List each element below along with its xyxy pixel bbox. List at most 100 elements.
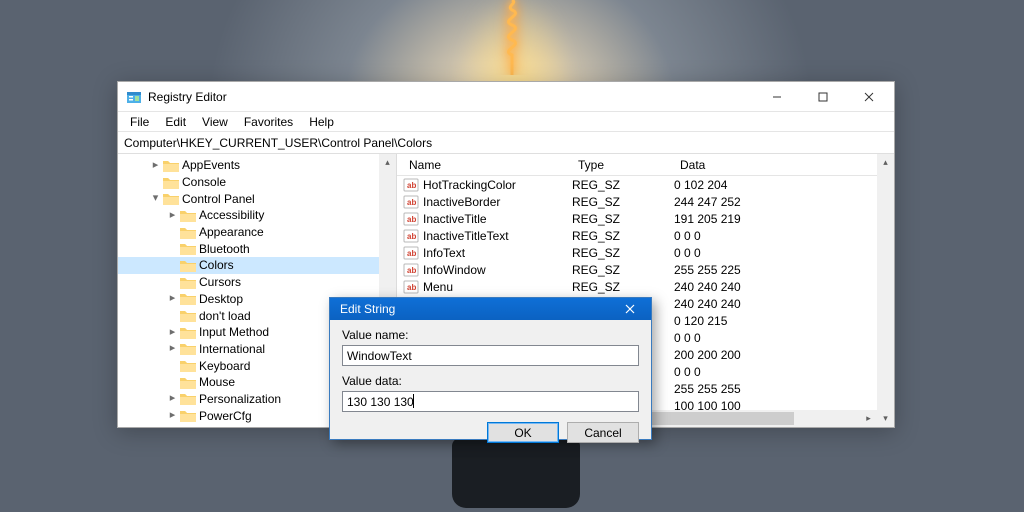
window-title: Registry Editor [148,90,754,104]
value-data: 0 102 204 [674,178,727,192]
list-row[interactable]: abInfoTextREG_SZ0 0 0 [397,244,894,261]
value-data: 191 205 219 [674,212,741,226]
svg-text:ab: ab [407,283,416,292]
value-data: 244 247 252 [674,195,741,209]
tree-item-label: Personalization [199,392,281,406]
expander-icon[interactable]: ▸ [149,160,162,171]
menu-favorites[interactable]: Favorites [236,113,301,131]
tree-item-appearance[interactable]: Appearance [118,224,396,241]
value-name-label: Value name: [342,328,639,342]
scroll-up-icon[interactable]: ▴ [379,154,396,171]
dialog-close-button[interactable] [615,298,645,320]
value-data: 255 255 225 [674,263,741,277]
svg-text:ab: ab [407,181,416,190]
expander-icon[interactable]: ▸ [166,393,179,404]
ok-button[interactable]: OK [487,422,559,443]
tree-item-label: Quick Actions [199,425,272,427]
value-data: 200 200 200 [674,348,741,362]
value-type: REG_SZ [572,212,674,226]
text-caret [413,394,414,408]
column-name[interactable]: Name [397,158,572,172]
tree-item-label: Mouse [199,375,235,389]
menu-view[interactable]: View [194,113,236,131]
tree-item-accessibility[interactable]: ▸ Accessibility [118,207,396,224]
address-text: Computer\HKEY_CURRENT_USER\Control Panel… [124,136,432,150]
maximize-button[interactable] [800,82,846,111]
value-name: InactiveTitle [423,212,572,226]
svg-text:ab: ab [407,266,416,275]
menu-file[interactable]: File [122,113,157,131]
value-data: 240 240 240 [674,280,741,294]
tree-item-label: Accessibility [199,208,264,222]
scroll-down-icon[interactable]: ▾ [877,410,894,427]
list-header[interactable]: Name Type Data [397,154,894,176]
value-data-input[interactable] [342,391,639,412]
menubar: File Edit View Favorites Help [118,112,894,132]
list-row[interactable]: ab HotTrackingColorREG_SZ0 102 204 [397,176,894,193]
value-data: 0 120 215 [674,314,727,328]
list-row[interactable]: ab MenuREG_SZ240 240 240 [397,278,894,295]
value-data: 0 0 0 [674,331,701,345]
tree-item-label: Colors [199,258,234,272]
dialog-titlebar[interactable]: Edit String [330,298,651,320]
list-row[interactable]: abInactiveTitleTextREG_SZ0 0 0 [397,227,894,244]
menu-help[interactable]: Help [301,113,342,131]
menu-edit[interactable]: Edit [157,113,194,131]
tree-item-label: Cursors [199,275,241,289]
value-name: InfoWindow [423,263,572,277]
titlebar[interactable]: Registry Editor [118,82,894,112]
value-data: 0 0 0 [674,365,701,379]
expander-icon[interactable]: ▸ [166,293,179,304]
expander-icon[interactable]: ▾ [149,193,162,204]
column-data[interactable]: Data [674,158,894,172]
svg-text:ab: ab [407,198,416,207]
value-data: 0 0 0 [674,246,701,260]
tree-item-label: Control Panel [182,192,255,206]
tree-item-label: AppEvents [182,158,240,172]
svg-text:ab: ab [407,215,416,224]
value-name: InactiveBorder [423,195,572,209]
tree-item-label: Input Method [199,325,269,339]
tree-item-label: Desktop [199,292,243,306]
value-type: REG_SZ [572,280,674,294]
value-type: REG_SZ [572,246,674,260]
tree-item-label: International [199,342,265,356]
value-name: Menu [423,280,572,294]
list-scrollbar-v[interactable]: ▴ ▾ [877,154,894,427]
tree-item-label: don't load [199,309,251,323]
svg-text:ab: ab [407,232,416,241]
value-data: 255 255 255 [674,382,741,396]
tree-item-console[interactable]: Console [118,174,396,191]
value-name: InactiveTitleText [423,229,572,243]
tree-item-label: Keyboard [199,359,250,373]
tree-item-label: PowerCfg [199,409,252,423]
value-type: REG_SZ [572,263,674,277]
expander-icon[interactable]: ▸ [166,210,179,221]
expander-icon[interactable]: ▸ [166,327,179,338]
minimize-button[interactable] [754,82,800,111]
tree-item-colors[interactable]: Colors [118,257,396,274]
value-name: HotTrackingColor [423,178,572,192]
tree-item-control-panel[interactable]: ▾ Control Panel [118,190,396,207]
scroll-right-icon[interactable]: ▸ [860,410,877,427]
tree-item-appevents[interactable]: ▸ AppEvents [118,157,396,174]
expander-icon[interactable]: ▸ [166,343,179,354]
list-row[interactable]: ab InfoWindowREG_SZ255 255 225 [397,261,894,278]
tree-item-bluetooth[interactable]: Bluetooth [118,240,396,257]
value-type: REG_SZ [572,178,674,192]
value-data: 240 240 240 [674,297,741,311]
edit-string-dialog: Edit String Value name: Value data: OK C… [329,297,652,440]
value-name-input[interactable] [342,345,639,366]
value-type: REG_SZ [572,195,674,209]
column-type[interactable]: Type [572,158,674,172]
address-bar[interactable]: Computer\HKEY_CURRENT_USER\Control Panel… [118,132,894,154]
close-button[interactable] [846,82,892,111]
list-row[interactable]: ab InactiveTitleREG_SZ191 205 219 [397,210,894,227]
tree-item-label: Bluetooth [199,242,250,256]
expander-icon[interactable]: ▸ [166,410,179,421]
tree-item-cursors[interactable]: Cursors [118,274,396,291]
list-row[interactable]: ab InactiveBorderREG_SZ244 247 252 [397,193,894,210]
scroll-up-icon[interactable]: ▴ [877,154,894,171]
tree-item-label: Appearance [199,225,264,239]
cancel-button[interactable]: Cancel [567,422,639,443]
